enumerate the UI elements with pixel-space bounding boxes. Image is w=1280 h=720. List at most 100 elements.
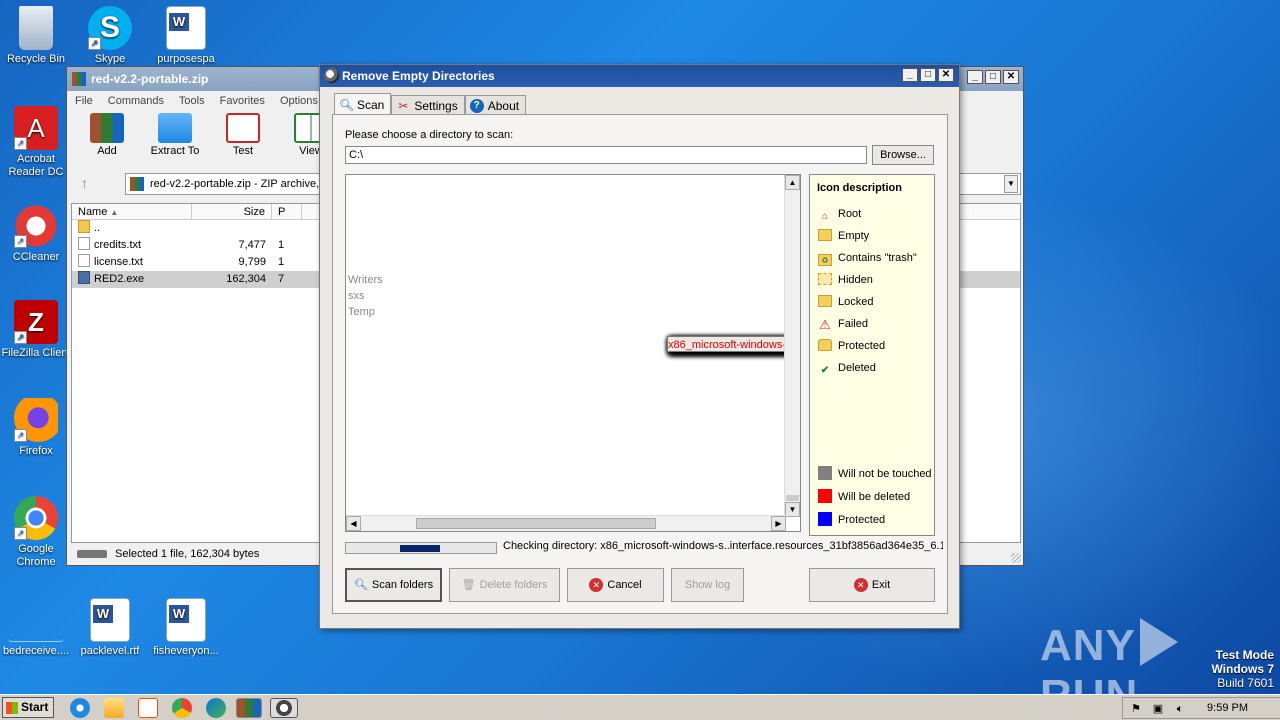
file-size: 9,799 [238, 256, 266, 268]
vertical-scrollbar[interactable]: ▲ ▼ [784, 175, 800, 517]
trash-icon: 🗑︎ [461, 579, 476, 591]
test-button[interactable]: Test [215, 111, 271, 161]
desktop-icon-acrobat[interactable]: A ↗ Acrobat Reader DC [0, 106, 72, 179]
menu-options[interactable]: Options [280, 95, 318, 107]
sort-arrow-icon: ▲ [110, 208, 119, 217]
desktop-icon-skype[interactable]: S ↗ Skype [74, 6, 146, 65]
desktop-icon-chrome[interactable]: ↗ Google Chrome [0, 496, 72, 569]
red-window: Remove Empty Directories _ □ ✕ 🔍︎ Scan ✂… [319, 64, 960, 629]
scroll-thumb[interactable] [786, 495, 799, 501]
trash-folder-icon: ♻ [818, 254, 832, 266]
red-swatch [818, 489, 832, 503]
warning-icon: ⚠ [819, 317, 831, 332]
desktop-icon-label: FileZilla Client [1, 347, 71, 359]
scroll-down-arrow-icon[interactable]: ▼ [785, 502, 800, 517]
file-explorer-icon[interactable] [104, 698, 124, 718]
start-button[interactable]: Start [2, 697, 54, 718]
flag-icon[interactable]: ⚑ [1129, 702, 1143, 716]
browse-button[interactable]: Browse... [872, 145, 934, 165]
scroll-right-arrow-icon[interactable]: ▶ [771, 516, 786, 531]
lock-icon [818, 339, 832, 351]
menu-favorites[interactable]: Favorites [220, 95, 265, 107]
scan-folders-button[interactable]: 🔍︎ Scan folders [345, 568, 442, 602]
desktop-icon-label: CCleaner [12, 251, 60, 263]
file-packed: 7 [278, 273, 285, 285]
tree-item[interactable]: Writers [348, 272, 784, 288]
delete-folders-button[interactable]: 🗑︎ Delete folders [449, 568, 560, 602]
column-header-name[interactable]: Name ▲ [72, 204, 192, 219]
chrome-icon[interactable] [172, 698, 192, 718]
tab-settings[interactable]: ✂ Settings [391, 95, 465, 115]
up-arrow-icon[interactable]: ↑ [81, 175, 88, 191]
tab-label: Scan [357, 97, 385, 112]
desktop-icon-bedreceive[interactable]: bedreceive.... [0, 598, 72, 657]
clock[interactable]: 9:59 PM [1207, 702, 1248, 714]
add-label: Add [97, 145, 117, 157]
directory-input[interactable] [345, 146, 867, 164]
legend-title: Icon description [817, 182, 902, 194]
horizontal-scrollbar[interactable]: ◀ ▶ [346, 515, 786, 531]
maximize-button[interactable]: □ [920, 68, 936, 82]
network-icon[interactable]: ▣ [1151, 702, 1165, 716]
desktop-icon-label: packlevel.rtf [80, 645, 140, 657]
menu-file[interactable]: File [75, 95, 93, 107]
acrobat-icon: A ↗ [14, 106, 58, 150]
file-name: RED2.exe [94, 273, 145, 285]
desktop-icon-filezilla[interactable]: Z ↗ FileZilla Client [0, 300, 72, 359]
show-log-button[interactable]: Show log [671, 568, 744, 602]
winrar-taskbar-icon[interactable] [236, 698, 262, 718]
legend-item-locked: Locked [818, 294, 873, 310]
volume-icon[interactable]: 🔈︎ [1173, 702, 1187, 716]
tree-item[interactable]: x86_microsoft-windows-s..opini-accessibi… [667, 336, 800, 352]
menu-commands[interactable]: Commands [108, 95, 164, 107]
edge-icon[interactable] [206, 698, 226, 718]
desktop-icon-label: Recycle Bin [6, 53, 66, 65]
red-titlebar[interactable]: Remove Empty Directories _ □ ✕ [320, 65, 959, 87]
desktop-icon-label: fisheveryon... [153, 645, 219, 657]
column-header-size[interactable]: Size [192, 204, 272, 219]
menu-tools[interactable]: Tools [179, 95, 205, 107]
desktop-icon-recycle-bin[interactable]: Recycle Bin [0, 6, 72, 65]
file-packed: 1 [278, 239, 285, 251]
legend-item-protected: Protected [818, 338, 885, 354]
maximize-button[interactable]: □ [985, 70, 1001, 84]
tab-scan[interactable]: 🔍︎ Scan [334, 93, 392, 116]
tab-about[interactable]: ? About [464, 95, 527, 115]
exit-button[interactable]: ✕ Exit [809, 568, 935, 602]
archive-path-text: red-v2.2-portable.zip - ZIP archive, [150, 178, 320, 190]
ccleaner-icon: ↗ [14, 204, 58, 248]
word-document-icon: W [166, 598, 206, 642]
red-taskbar-icon[interactable] [270, 698, 298, 718]
internet-explorer-icon[interactable] [70, 698, 90, 718]
minimize-button[interactable]: _ [967, 70, 983, 84]
desktop-icon-fisheveryon[interactable]: W fisheveryon... [150, 598, 222, 657]
chevron-down-icon[interactable]: ▼ [1004, 175, 1018, 193]
scroll-up-arrow-icon[interactable]: ▲ [785, 175, 800, 190]
tab-label: Settings [414, 98, 458, 113]
legend-item-root: ⌂ Root [818, 206, 861, 222]
file-name: .. [94, 222, 101, 234]
tree-item[interactable]: Temp [348, 304, 784, 320]
minimize-button[interactable]: _ [902, 68, 918, 82]
tree-item-label: Temp [348, 306, 375, 318]
exe-file-icon [78, 271, 90, 284]
directory-tree[interactable]: WritersApplicationsxsInstallTempTempPend… [345, 174, 801, 532]
desktop-icon-firefox[interactable]: ↗ Firefox [0, 398, 72, 457]
media-player-icon[interactable] [138, 698, 158, 718]
close-button[interactable]: ✕ [938, 68, 954, 82]
scroll-thumb[interactable] [416, 518, 656, 529]
extract-to-button[interactable]: Extract To [147, 111, 203, 161]
scroll-left-arrow-icon[interactable]: ◀ [346, 516, 361, 531]
add-button[interactable]: Add [79, 111, 135, 161]
desktop-icon-purposespa[interactable]: W purposespa [150, 6, 222, 65]
close-button[interactable]: ✕ [1003, 70, 1019, 84]
magnifier-icon: 🔍︎ [339, 98, 355, 112]
resize-grip[interactable] [1011, 553, 1021, 563]
column-header-packed[interactable]: P [272, 204, 302, 219]
cancel-button[interactable]: ✕ Cancel [567, 568, 664, 602]
legend-color-untouched: Will not be touched [818, 466, 932, 482]
file-name: credits.txt [94, 239, 142, 251]
tree-item[interactable]: sxs [348, 288, 784, 304]
desktop-icon-ccleaner[interactable]: ↗ CCleaner [0, 204, 72, 263]
desktop-icon-packlevel[interactable]: W packlevel.rtf [74, 598, 146, 657]
